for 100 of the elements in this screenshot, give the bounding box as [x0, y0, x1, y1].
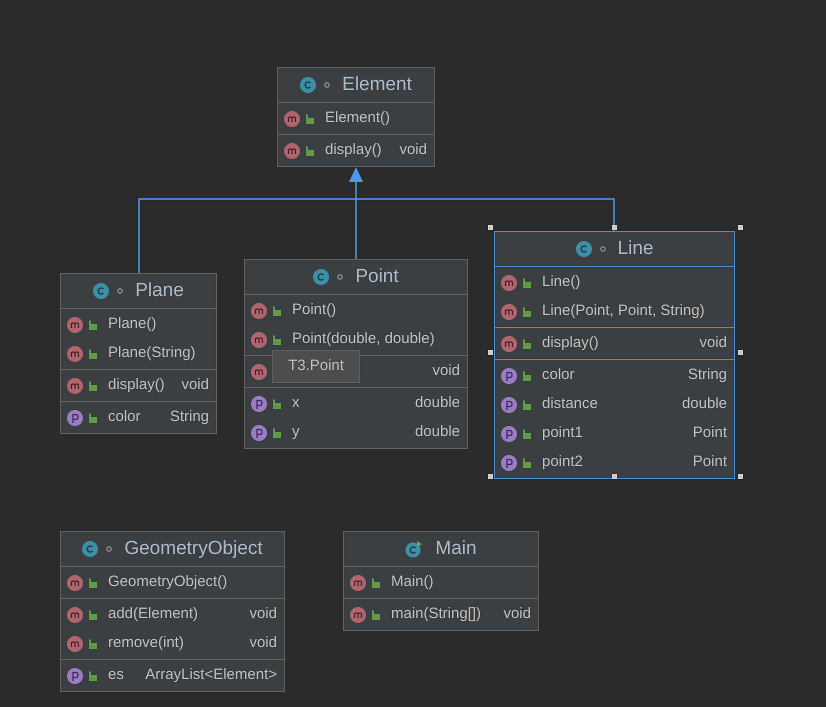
visibility-icon	[600, 246, 606, 252]
open-lock-icon	[88, 578, 97, 588]
visibility-icon	[324, 82, 330, 88]
member-type: ArrayList<Element>	[144, 665, 277, 686]
member-name: display()	[325, 140, 382, 160]
open-lock-icon	[272, 334, 281, 344]
resize-handle[interactable]	[488, 225, 493, 230]
member-type: double	[680, 394, 727, 414]
method-icon	[67, 378, 83, 394]
class-icon	[93, 283, 110, 299]
resize-handle[interactable]	[612, 474, 616, 479]
open-lock-icon	[522, 338, 531, 348]
resize-handle[interactable]	[738, 350, 743, 354]
class-icon	[313, 269, 330, 285]
open-lock-icon	[272, 398, 281, 408]
resize-handle[interactable]	[488, 350, 493, 354]
member-type: Point	[692, 452, 727, 472]
member-type: void	[180, 375, 209, 396]
resize-handle[interactable]	[738, 474, 743, 479]
resize-handle[interactable]	[488, 474, 493, 479]
member-name: main(String[])	[391, 604, 482, 624]
method-icon	[501, 274, 517, 290]
member-name: Line(Point, Point, String)	[542, 301, 705, 322]
member-name: es	[108, 665, 124, 686]
visibility-icon	[117, 288, 124, 294]
open-lock-icon	[88, 320, 97, 330]
method-icon	[284, 142, 300, 158]
field-icon	[501, 368, 517, 384]
method-icon	[251, 302, 267, 318]
class-name: GeometryObject	[124, 536, 263, 561]
member-name: Line()	[542, 272, 580, 292]
field-icon	[501, 426, 517, 442]
member-type: double	[414, 422, 460, 442]
open-lock-icon	[272, 306, 281, 316]
member-name: Point(double, double)	[292, 329, 435, 350]
member-type: double	[414, 393, 460, 414]
member-name: Plane(String)	[108, 343, 196, 364]
method-icon	[350, 574, 366, 590]
member-name: Element()	[325, 108, 390, 128]
open-lock-icon	[371, 610, 380, 620]
member-type: void	[431, 361, 460, 382]
member-name: x	[292, 393, 300, 414]
open-lock-icon	[88, 610, 97, 620]
open-lock-icon	[88, 638, 97, 648]
resize-handle[interactable]	[612, 225, 616, 230]
member-name: Point()	[292, 300, 336, 320]
open-lock-icon	[371, 578, 380, 588]
class-node[interactable]: Line Line() Line(Point, Point, String) display() void color String distance double point1 Point point2 Point	[494, 231, 735, 479]
runnable-class-icon	[405, 540, 424, 558]
class-icon	[300, 77, 316, 93]
member-name: GeometryObject()	[108, 572, 228, 592]
member-name: point2	[542, 452, 583, 472]
class-icon	[82, 541, 98, 557]
field-icon	[501, 454, 517, 470]
member-name: add(Element)	[108, 604, 198, 624]
method-icon	[251, 332, 267, 348]
class-node[interactable]: GeometryObject GeometryObject() add(Element) void remove(int) void es ArrayList<Element>	[60, 531, 285, 692]
member-type: void	[698, 333, 727, 354]
member-name: color	[108, 407, 141, 428]
field-icon	[67, 410, 83, 426]
class-node[interactable]: Main Main() main(String[]) void	[343, 531, 539, 631]
method-icon	[251, 364, 267, 380]
open-lock-icon	[305, 146, 314, 156]
open-lock-icon	[88, 380, 97, 390]
open-lock-icon	[88, 412, 97, 422]
open-lock-icon	[272, 428, 281, 438]
member-name: color	[542, 365, 575, 386]
class-node[interactable]: Element Element() display() void	[277, 67, 435, 167]
resize-handle[interactable]	[738, 225, 743, 230]
member-type: void	[248, 633, 277, 654]
method-icon	[501, 304, 517, 320]
member-name: Main()	[391, 572, 434, 592]
class-name: Plane	[135, 278, 184, 303]
member-type: String	[168, 407, 209, 428]
method-icon	[67, 574, 83, 590]
open-lock-icon	[88, 348, 97, 358]
open-lock-icon	[522, 278, 531, 288]
field-icon	[67, 668, 83, 684]
open-lock-icon	[522, 306, 531, 316]
member-name: Plane()	[108, 314, 156, 334]
field-icon	[501, 396, 517, 412]
method-icon	[501, 336, 517, 352]
method-icon	[350, 606, 366, 622]
open-lock-icon	[522, 400, 531, 410]
method-icon	[67, 346, 83, 362]
member-name: point1	[542, 423, 583, 444]
member-type: void	[248, 604, 277, 624]
visibility-icon	[106, 546, 112, 552]
field-icon	[251, 424, 267, 440]
class-node[interactable]: Plane Plane() Plane(String) display() void color String	[60, 273, 217, 434]
member-name: distance	[542, 394, 598, 414]
visibility-icon	[337, 274, 344, 280]
method-icon	[67, 636, 83, 652]
member-type: void	[398, 140, 427, 160]
method-icon	[284, 110, 300, 126]
class-icon	[576, 241, 592, 257]
open-lock-icon	[522, 458, 531, 468]
method-icon	[67, 606, 83, 622]
field-icon	[251, 396, 267, 412]
member-type: Point	[692, 423, 727, 444]
